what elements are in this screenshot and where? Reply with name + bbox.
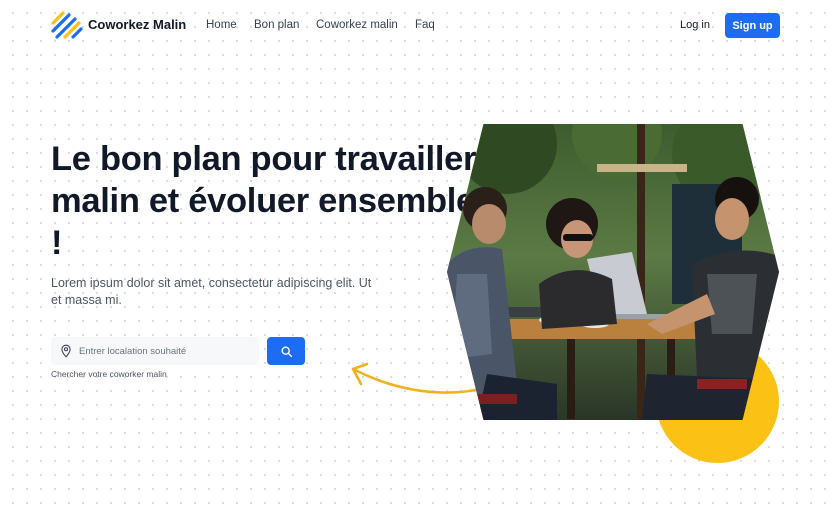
coworkers-image [447, 124, 779, 420]
location-pin-icon [61, 344, 71, 358]
hero-title: Le bon plan pour travailler malin et évo… [51, 140, 477, 262]
location-search-field[interactable] [51, 337, 259, 365]
hero-photo [447, 124, 779, 420]
nav-bon-plan[interactable]: Bon plan [254, 19, 299, 31]
signup-button[interactable]: Sign up [725, 13, 780, 38]
nav-coworkez-malin[interactable]: Coworkez malin [316, 19, 398, 31]
hero-subtitle: Lorem ipsum dolor sit amet, consectetur … [51, 276, 372, 307]
search-button[interactable] [267, 337, 305, 365]
site-header: Coworkez Malin Home Bon plan Coworkez ma… [0, 0, 831, 52]
login-link[interactable]: Log in [680, 19, 710, 31]
location-input[interactable] [77, 344, 251, 358]
search-hint: Chercher votre coworker malin [51, 369, 167, 379]
nav-faq[interactable]: Faq [415, 19, 435, 31]
nav-home[interactable]: Home [206, 19, 237, 31]
logo-icon[interactable] [51, 9, 83, 41]
search-icon [280, 345, 292, 357]
brand-name[interactable]: Coworkez Malin [88, 17, 186, 32]
